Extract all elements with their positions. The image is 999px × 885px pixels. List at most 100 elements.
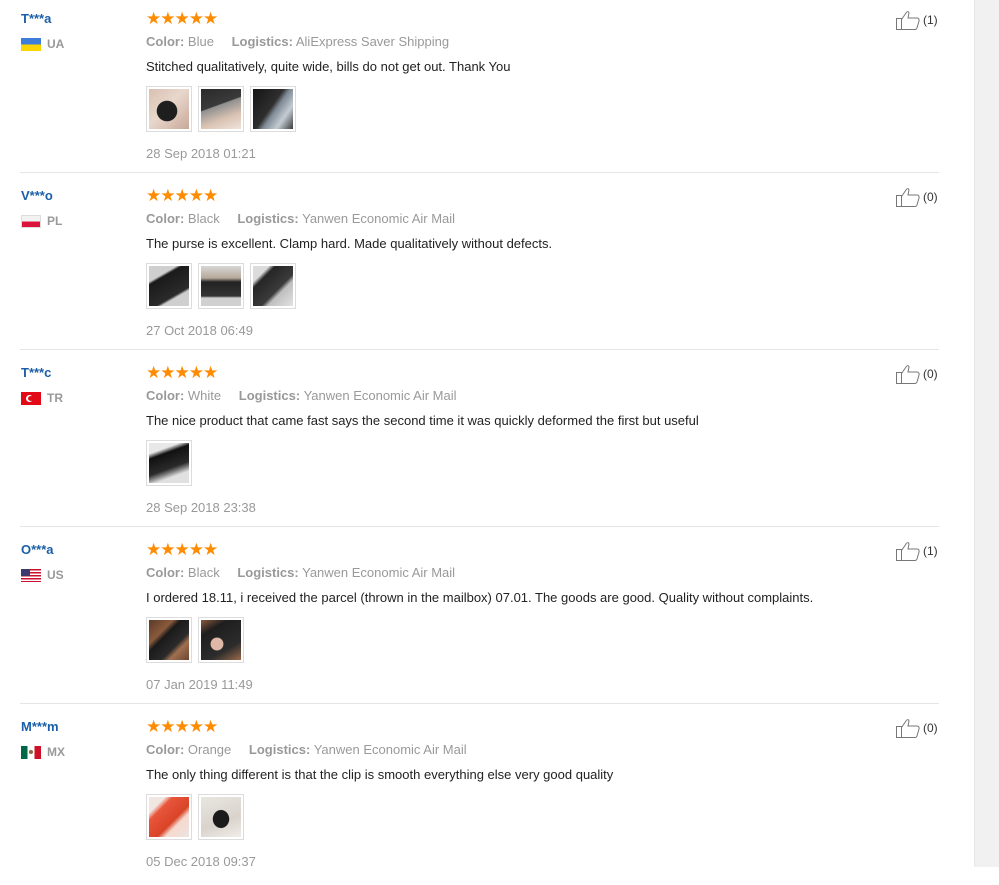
review-text: I ordered 18.11, i received the parcel (… (146, 590, 814, 605)
review-item: O***a US ★★★★★ Color: Black Logistics: Y… (0, 531, 974, 708)
helpful-button[interactable]: (0) (896, 187, 938, 207)
reviewer-name[interactable]: V***o (21, 188, 62, 204)
country-code: MX (47, 745, 65, 759)
review-content: ★★★★★ Color: Orange Logistics: Yanwen Ec… (146, 718, 613, 870)
review-item: V***o PL ★★★★★ Color: Black Logistics: Y… (0, 177, 974, 354)
helpful-count: (1) (923, 13, 938, 27)
thumbs-up-icon (896, 188, 920, 207)
review-divider (20, 349, 939, 350)
logistics-value: Yanwen Economic Air Mail (303, 388, 457, 403)
order-info: Color: White Logistics: Yanwen Economic … (146, 388, 699, 404)
review-photo-thumbnail[interactable] (198, 617, 244, 663)
reviewer-info: T***c TR (21, 365, 63, 405)
star-rating: ★★★★★ (146, 363, 218, 382)
review-photo-thumbnail[interactable] (250, 263, 296, 309)
color-label: Color: (146, 388, 185, 403)
reviewer-name[interactable]: T***a (21, 11, 64, 27)
reviewer-info: V***o PL (21, 188, 62, 228)
flag-mx-icon (21, 745, 41, 759)
logistics-value: Yanwen Economic Air Mail (313, 742, 467, 757)
order-info: Color: Black Logistics: Yanwen Economic … (146, 565, 813, 581)
review-date: 28 Sep 2018 01:21 (146, 146, 256, 161)
review-photo-thumbnail[interactable] (198, 263, 244, 309)
order-info: Color: Orange Logistics: Yanwen Economic… (146, 742, 613, 758)
review-date: 27 Oct 2018 06:49 (146, 323, 253, 338)
review-date: 28 Sep 2018 23:38 (146, 500, 256, 515)
logistics-label: Logistics: (231, 34, 293, 49)
logistics-value: AliExpress Saver Shipping (295, 34, 450, 49)
reviewer-name[interactable]: O***a (21, 542, 64, 558)
logistics-label: Logistics: (238, 388, 301, 403)
review-photos (146, 440, 699, 486)
review-divider (20, 526, 939, 527)
star-rating: ★★★★★ (146, 717, 218, 736)
review-photos (146, 794, 613, 840)
thumbs-up-icon (896, 719, 920, 738)
country-code: UA (47, 37, 65, 51)
reviewer-country: UA (21, 37, 64, 51)
review-list: T***a UA ★★★★★ Color: Blue Logistics: Al… (0, 0, 974, 885)
helpful-count: (1) (923, 544, 938, 558)
color-label: Color: (146, 565, 185, 580)
logistics-label: Logistics: (237, 565, 299, 580)
helpful-button[interactable]: (0) (896, 364, 938, 384)
review-date: 05 Dec 2018 09:37 (146, 854, 256, 869)
flag-pl-icon (21, 214, 41, 228)
country-code: US (47, 568, 64, 582)
color-label: Color: (146, 34, 185, 49)
reviewer-country: MX (21, 745, 65, 759)
review-photo-thumbnail[interactable] (250, 86, 296, 132)
thumbs-up-icon (896, 542, 920, 561)
logistics-label: Logistics: (237, 211, 299, 226)
review-content: ★★★★★ Color: White Logistics: Yanwen Eco… (146, 364, 699, 516)
scrollbar-track[interactable] (974, 0, 999, 867)
review-photo-thumbnail[interactable] (146, 617, 192, 663)
review-content: ★★★★★ Color: Black Logistics: Yanwen Eco… (146, 541, 813, 693)
reviewer-name[interactable]: M***m (21, 719, 65, 735)
review-photos (146, 617, 813, 663)
color-value: Orange (187, 742, 232, 757)
star-rating: ★★★★★ (146, 540, 218, 559)
review-date: 07 Jan 2019 11:49 (146, 677, 253, 692)
review-photo-thumbnail[interactable] (146, 86, 192, 132)
helpful-button[interactable]: (0) (896, 718, 938, 738)
color-value: Blue (187, 34, 214, 49)
reviewer-info: M***m MX (21, 719, 65, 759)
reviewer-country: TR (21, 391, 63, 405)
order-info: Color: Black Logistics: Yanwen Economic … (146, 211, 552, 227)
flag-us-icon (21, 568, 41, 582)
reviewer-info: O***a US (21, 542, 64, 582)
helpful-count: (0) (923, 721, 938, 735)
color-value: White (187, 388, 222, 403)
review-photo-thumbnail[interactable] (146, 794, 192, 840)
review-text: The only thing different is that the cli… (146, 767, 614, 782)
country-code: PL (47, 214, 63, 228)
order-info: Color: Blue Logistics: AliExpress Saver … (146, 34, 510, 50)
review-divider (20, 172, 939, 173)
review-photo-thumbnail[interactable] (198, 794, 244, 840)
review-item: T***a UA ★★★★★ Color: Blue Logistics: Al… (0, 0, 974, 177)
review-photos (146, 263, 552, 309)
color-value: Black (187, 565, 220, 580)
reviewer-country: US (21, 568, 64, 582)
review-content: ★★★★★ Color: Black Logistics: Yanwen Eco… (146, 187, 552, 339)
star-rating: ★★★★★ (146, 9, 218, 28)
helpful-button[interactable]: (1) (896, 541, 938, 561)
review-text: The purse is excellent. Clamp hard. Made… (146, 236, 553, 251)
reviewer-country: PL (21, 214, 62, 228)
flag-tr-icon (21, 391, 41, 405)
star-rating: ★★★★★ (146, 186, 218, 205)
flag-ua-icon (21, 37, 41, 51)
thumbs-up-icon (896, 365, 920, 384)
review-photo-thumbnail[interactable] (146, 263, 192, 309)
country-code: TR (47, 391, 63, 405)
helpful-count: (0) (923, 190, 938, 204)
review-content: ★★★★★ Color: Blue Logistics: AliExpress … (146, 10, 510, 162)
helpful-count: (0) (923, 367, 938, 381)
helpful-button[interactable]: (1) (896, 10, 938, 30)
reviewer-name[interactable]: T***c (21, 365, 63, 381)
review-divider (20, 703, 939, 704)
color-label: Color: (146, 742, 185, 757)
review-photo-thumbnail[interactable] (198, 86, 244, 132)
review-photo-thumbnail[interactable] (146, 440, 192, 486)
